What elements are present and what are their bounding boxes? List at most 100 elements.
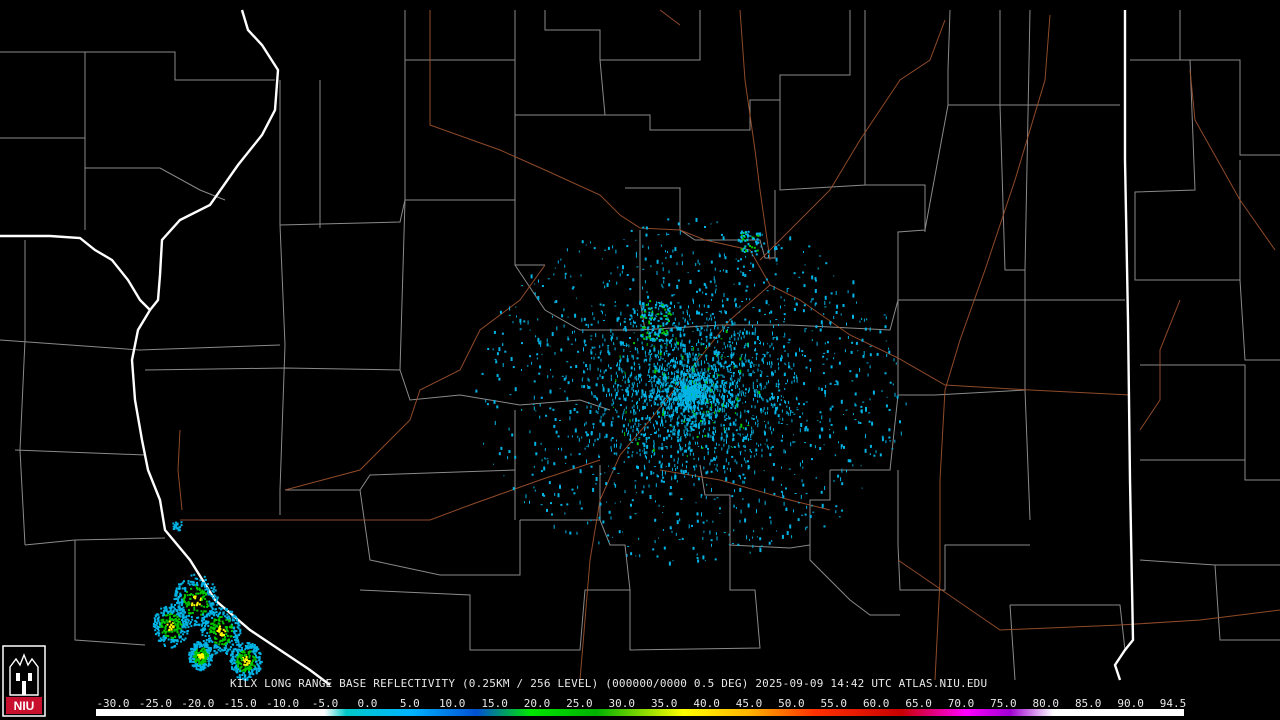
echo-pixel xyxy=(661,262,663,265)
echo-pixel xyxy=(580,507,583,510)
echo-pixel xyxy=(665,350,668,353)
echo-pixel xyxy=(744,518,747,523)
echo-pixel xyxy=(752,381,754,385)
echo-pixel xyxy=(768,254,769,258)
echo-pixel xyxy=(766,343,768,345)
echo-pixel xyxy=(629,318,631,321)
echo-pixel xyxy=(899,420,901,424)
echo-pixel xyxy=(734,379,736,382)
echo-pixel xyxy=(754,405,756,409)
storm-pixel xyxy=(173,629,176,632)
storm-pixel xyxy=(190,587,193,590)
echo-pixel xyxy=(764,420,765,422)
storm-pixel xyxy=(178,585,181,588)
echo-pixel xyxy=(659,352,662,356)
echo-pixel xyxy=(764,500,766,505)
echo-pixel xyxy=(637,383,639,384)
echo-pixel xyxy=(625,418,626,421)
echo-pixel xyxy=(735,382,737,385)
echo-pixel xyxy=(541,459,543,462)
echo-pixel xyxy=(627,432,629,436)
echo-pixel xyxy=(635,239,637,241)
echo-pixel xyxy=(650,358,652,360)
echo-pixel xyxy=(640,373,642,377)
storm-pixel xyxy=(174,614,177,617)
echo-pixel xyxy=(624,374,626,379)
echo-pixel xyxy=(811,298,813,302)
echo-pixel xyxy=(709,280,712,283)
echo-pixel xyxy=(727,427,730,431)
echo-pixel xyxy=(851,380,854,382)
echo-pixel xyxy=(711,487,712,492)
echo-pixel xyxy=(821,415,823,420)
echo-pixel xyxy=(762,398,764,402)
echo-pixel xyxy=(713,363,715,367)
echo-pixel xyxy=(851,341,854,344)
echo-pixel xyxy=(664,379,666,384)
echo-pixel xyxy=(768,541,771,545)
echo-pixel xyxy=(622,416,623,420)
echo-pixel xyxy=(739,487,742,492)
echo-pixel xyxy=(688,395,690,399)
echo-pixel xyxy=(564,275,566,280)
echo-pixel xyxy=(503,475,505,477)
storm-pixel xyxy=(212,631,215,634)
echo-pixel xyxy=(663,506,665,507)
echo-pixel xyxy=(791,419,793,423)
echo-pixel xyxy=(745,359,747,363)
echo-pixel xyxy=(740,235,743,238)
echo-pixel xyxy=(718,334,721,338)
echo-pixel xyxy=(752,263,755,268)
echo-pixel xyxy=(639,409,640,412)
echo-pixel xyxy=(569,366,572,369)
echo-pixel xyxy=(558,447,559,450)
echo-pixel xyxy=(823,525,826,528)
storm-pixel xyxy=(206,632,209,635)
echo-pixel xyxy=(649,390,651,393)
echo-pixel xyxy=(615,484,617,487)
echo-pixel xyxy=(679,359,681,363)
echo-pixel xyxy=(713,438,715,442)
echo-pixel xyxy=(796,376,798,380)
storm-pixel xyxy=(185,605,188,608)
echo-pixel xyxy=(658,434,660,438)
echo-pixel xyxy=(683,343,685,347)
echo-pixel xyxy=(758,393,761,398)
echo-pixel xyxy=(881,390,883,393)
echo-pixel xyxy=(656,271,658,275)
echo-pixel xyxy=(723,269,725,272)
echo-pixel xyxy=(544,457,546,460)
storm-pixel xyxy=(222,622,225,625)
echo-pixel xyxy=(753,246,756,249)
echo-pixel xyxy=(859,410,861,412)
echo-pixel xyxy=(806,419,808,422)
echo-pixel xyxy=(726,467,728,470)
echo-pixel xyxy=(496,405,499,409)
storm-pixel xyxy=(238,655,241,658)
echo-pixel xyxy=(665,374,667,378)
storm-pixel xyxy=(190,593,193,595)
echo-pixel xyxy=(624,318,627,320)
echo-pixel xyxy=(699,381,701,385)
echo-pixel xyxy=(684,318,686,322)
storm-pixel xyxy=(178,636,181,639)
echo-pixel xyxy=(560,258,562,261)
storm-pixel xyxy=(181,587,184,590)
echo-pixel xyxy=(737,378,739,382)
storm-pixel xyxy=(198,603,201,606)
echo-pixel xyxy=(662,410,664,414)
echo-pixel xyxy=(766,351,768,355)
echo-pixel xyxy=(687,421,689,425)
echo-pixel xyxy=(790,368,793,370)
echo-pixel xyxy=(673,409,675,413)
echo-pixel xyxy=(550,502,552,505)
storm-pixel xyxy=(169,616,172,619)
echo-pixel xyxy=(546,343,549,347)
echo-pixel xyxy=(719,362,722,366)
echo-pixel xyxy=(537,295,540,300)
echo-pixel xyxy=(786,424,788,425)
storm-pixel xyxy=(218,619,221,622)
echo-pixel xyxy=(494,358,497,360)
echo-pixel xyxy=(757,368,759,372)
echo-pixel xyxy=(610,336,612,340)
